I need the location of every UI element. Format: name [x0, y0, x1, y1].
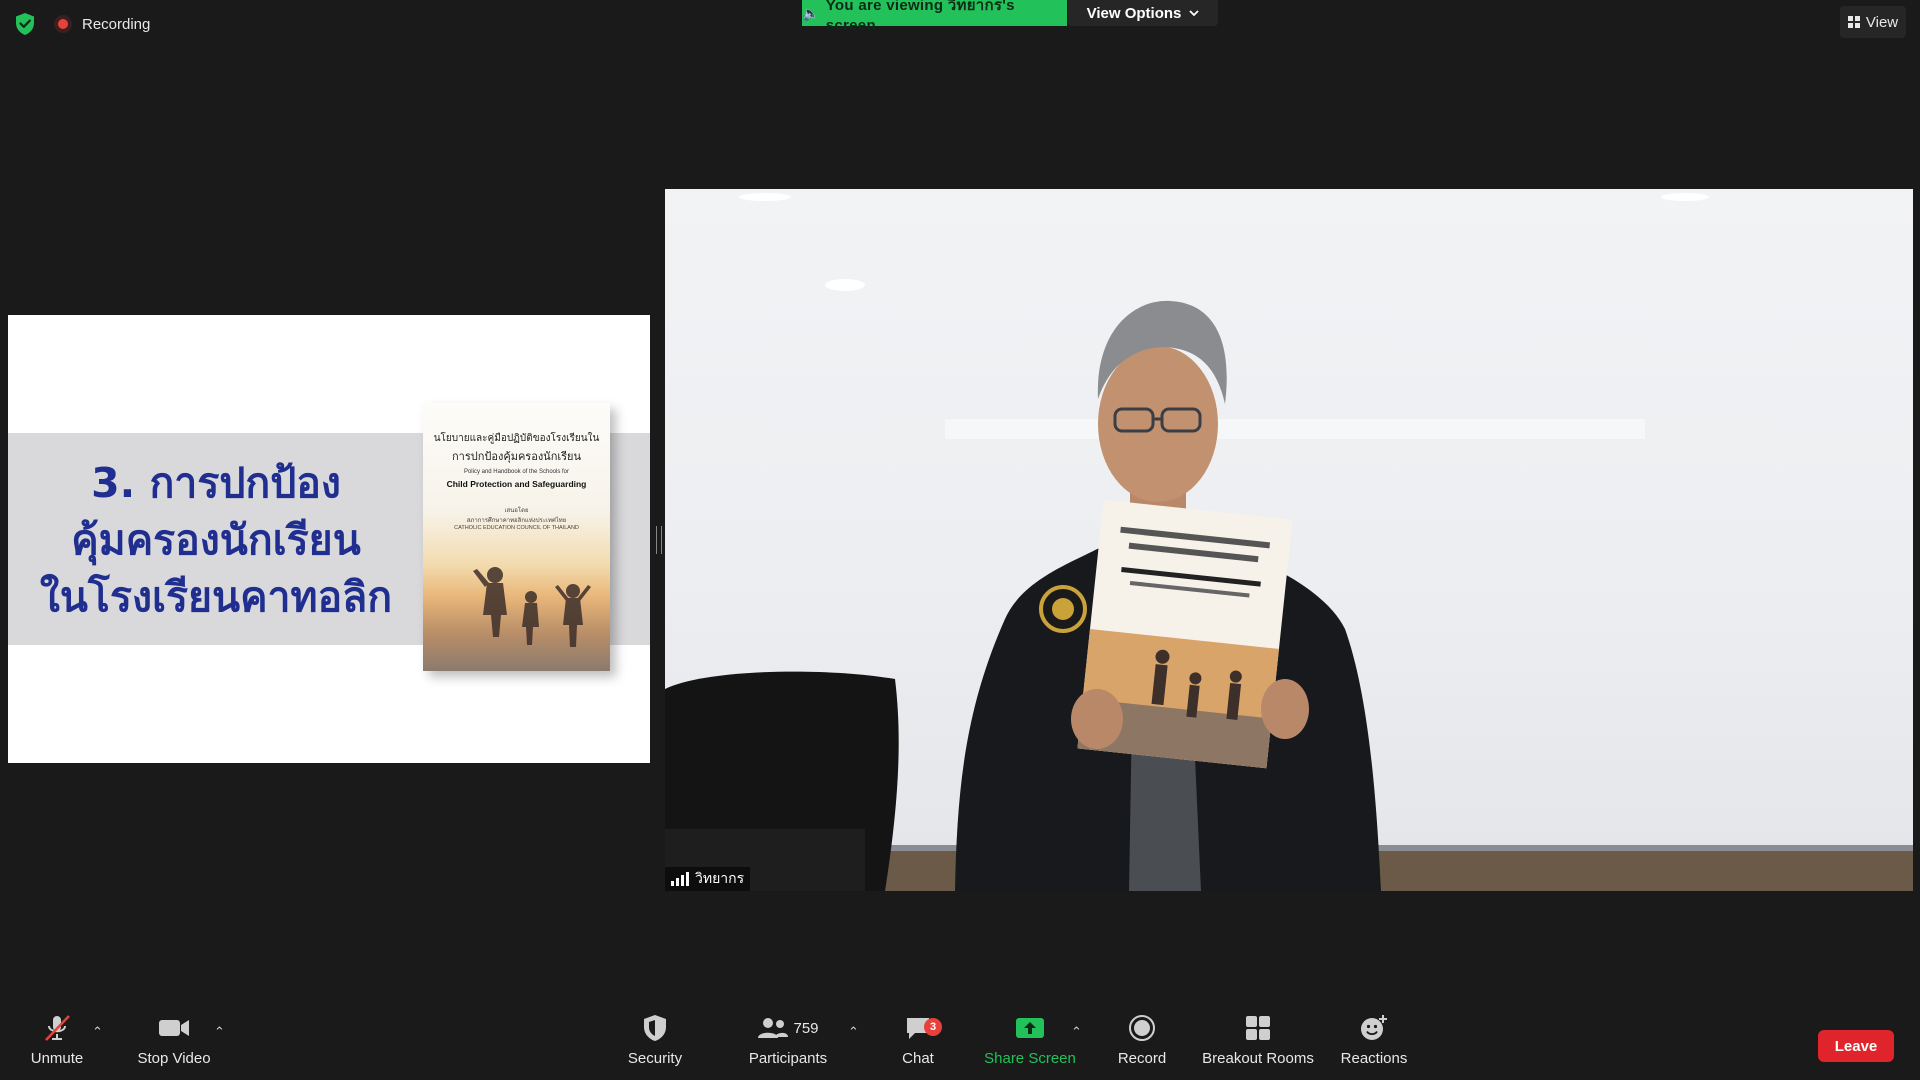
- children-silhouette-illustration: [473, 567, 591, 647]
- recording-dot-icon: [54, 15, 72, 33]
- viewing-banner-text: You are viewing วิทยากร's screen: [825, 0, 1015, 34]
- stop-video-button[interactable]: Stop Video: [130, 1010, 218, 1080]
- slide-title-line-3: ในโรงเรียนคาทอลิก: [39, 573, 393, 621]
- book-publisher-english: CATHOLIC EDUCATION COUNCIL OF THAILAND: [454, 525, 579, 531]
- reactions-label: Reactions: [1340, 1050, 1408, 1067]
- slide-title: 3. การปกป้อง คุ้มครองนักเรียน ในโรงเรียน…: [16, 455, 416, 626]
- participants-button[interactable]: 759 Participants: [738, 1010, 838, 1080]
- recording-label: Recording: [82, 15, 151, 33]
- breakout-rooms-label: Breakout Rooms: [1202, 1050, 1314, 1067]
- participant-name-tag: วิทยากร: [665, 867, 751, 891]
- book-publisher-thai: สภาการศึกษาคาทอลิกแห่งประเทศไทย: [466, 517, 567, 524]
- leave-button[interactable]: Leave: [1818, 1030, 1894, 1062]
- view-options-button[interactable]: View Options: [1068, 0, 1218, 26]
- speaker-video-image: [665, 193, 1913, 891]
- meeting-toolbar: Unmute ⌃ Stop Video ⌃ Security 759 Parti…: [0, 1010, 1920, 1080]
- slide-title-line-2: คุ้มครองนักเรียน: [71, 516, 361, 564]
- recording-indicator[interactable]: Recording: [54, 15, 150, 33]
- grid-view-icon: [1847, 16, 1860, 28]
- video-camera-icon: [159, 1020, 189, 1036]
- unmute-label: Unmute: [30, 1050, 84, 1067]
- unmute-button[interactable]: Unmute: [24, 1010, 90, 1080]
- slide-title-line-1: 3. การปกป้อง: [91, 459, 341, 507]
- video-options-caret[interactable]: ⌃: [214, 1024, 225, 1040]
- record-button[interactable]: Record: [1110, 1010, 1174, 1080]
- book-publisher-label: เสนอโดย: [504, 507, 529, 514]
- participant-name: วิทยากร: [695, 870, 745, 886]
- participants-count: 759: [793, 1019, 819, 1037]
- reactions-smiley-icon: [1361, 1015, 1387, 1040]
- book-english-title: Child Protection and Safeguarding: [446, 479, 587, 489]
- share-screen-label: Share Screen: [984, 1050, 1076, 1067]
- security-shield-icon: [644, 1015, 666, 1041]
- panel-resize-handle[interactable]: [656, 526, 662, 554]
- breakout-rooms-icon: [1246, 1016, 1270, 1040]
- book-thai-title-1: นโยบายและคู่มือปฏิบัติของโรงเรียนใน: [433, 433, 600, 444]
- audio-options-caret[interactable]: ⌃: [92, 1024, 103, 1040]
- view-options-label: View Options: [1086, 4, 1182, 22]
- share-screen-options-caret[interactable]: ⌃: [1071, 1024, 1082, 1040]
- participants-label: Participants: [748, 1050, 828, 1067]
- top-left-status: Recording: [14, 12, 150, 36]
- share-screen-icon: [1016, 1018, 1044, 1038]
- security-label: Security: [627, 1050, 683, 1067]
- breakout-rooms-button[interactable]: Breakout Rooms: [1200, 1010, 1316, 1080]
- book-thai-title-2: การปกป้องคุ้มครองนักเรียน: [451, 450, 581, 463]
- chat-label: Chat: [902, 1050, 934, 1067]
- participant-video-tile[interactable]: วิทยากร: [665, 189, 1913, 891]
- encryption-shield-icon[interactable]: [14, 12, 36, 36]
- share-screen-button[interactable]: Share Screen: [978, 1010, 1082, 1080]
- viewing-banner: 🔈 You are viewing วิทยากร's screen: [802, 0, 1067, 34]
- reactions-button[interactable]: Reactions: [1336, 1010, 1412, 1080]
- participants-icon: [758, 1018, 789, 1038]
- speaker-icon: 🔈: [802, 4, 820, 21]
- book-english-subtitle: Policy and Handbook of the Schools for: [463, 469, 570, 475]
- security-button[interactable]: Security: [612, 1010, 698, 1080]
- view-button[interactable]: View: [1840, 6, 1906, 38]
- stop-video-label: Stop Video: [137, 1050, 211, 1067]
- view-label: View: [1865, 13, 1899, 31]
- chevron-down-icon: [1189, 9, 1200, 16]
- record-label: Record: [1117, 1050, 1167, 1067]
- record-icon: [1129, 1015, 1155, 1041]
- microphone-muted-icon: [45, 1015, 70, 1041]
- participants-options-caret[interactable]: ⌃: [848, 1024, 859, 1040]
- book-cover-image: นโยบายและคู่มือปฏิบัติของโรงเรียนใน การป…: [423, 403, 610, 671]
- chat-unread-badge: 3: [924, 1018, 942, 1036]
- shared-screen-slide: 3. การปกป้อง คุ้มครองนักเรียน ในโรงเรียน…: [8, 315, 650, 763]
- connection-signal-icon: [671, 872, 689, 886]
